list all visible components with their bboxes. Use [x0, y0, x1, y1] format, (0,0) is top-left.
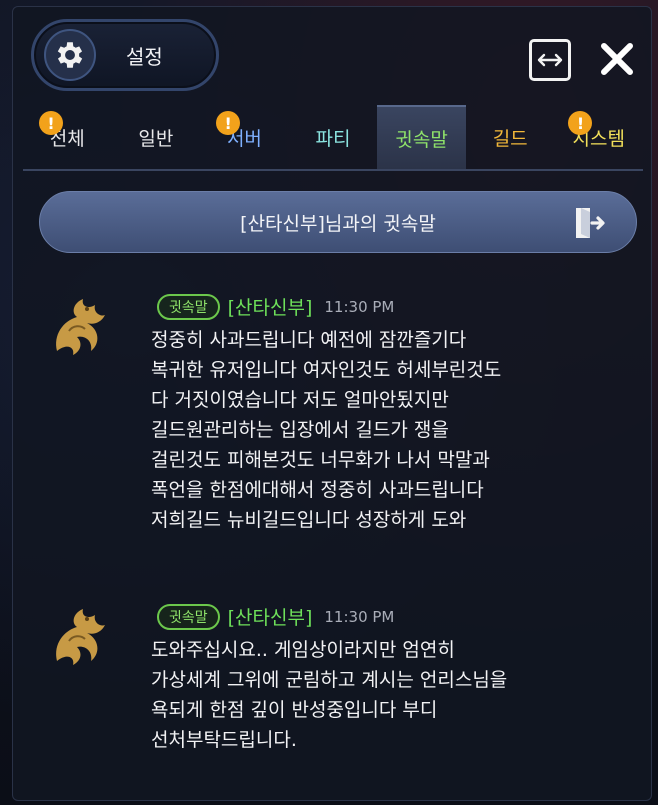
message-time: 11:30 PM [324, 297, 395, 316]
tab-server[interactable]: ! 서버 [200, 105, 289, 169]
tab-all[interactable]: ! 전체 [23, 105, 112, 169]
message-line: 도와주십시요.. 게임상이라지만 엄연히 [151, 639, 455, 661]
whisper-badge: 귓속말 [157, 603, 220, 630]
tab-label: 귓속말 [395, 128, 448, 151]
tab-divider [23, 169, 643, 171]
message-line: 길드원관리하는 입장에서 길드가 쟁을 [151, 419, 449, 441]
chat-tabs: ! 전체 일반 ! 서버 파티 귓속말 길드 ! 시스템 [23, 105, 643, 169]
tab-label: 파티 [315, 127, 351, 150]
chat-window: 설정 ! 전체 일반 ! 서버 파티 귓속말 길드 ! 시스템 [산타신부]님과… [12, 6, 652, 801]
message-line: 저희길드 뉴비길드입니다 성장하게 도와 [151, 509, 467, 531]
tab-label: 일반 [138, 127, 174, 150]
gear-icon [44, 29, 96, 81]
resize-button[interactable] [529, 39, 571, 81]
close-icon [601, 43, 633, 75]
alert-badge-icon: ! [39, 111, 63, 135]
message-line: 선처부탁드립니다. [151, 729, 297, 751]
message-line: 가상세계 그위에 군림하고 계시는 언리스님을 [151, 669, 508, 691]
message-meta: 귓속말 [산타신부] 11:30 PM [157, 603, 394, 630]
message-body: 정중히 사과드립니다 예전에 잠깐즐기다 복귀한 유저입니다 여자인것도 허세부… [151, 325, 641, 535]
tab-label: 길드 [492, 127, 528, 150]
message-body: 도와주십시요.. 게임상이라지만 엄연히 가상세계 그위에 군림하고 계시는 언… [151, 635, 641, 755]
tab-system[interactable]: ! 시스템 [554, 105, 643, 169]
message-line: 다 거짓이였습니다 저도 얼마안됬지만 [151, 389, 449, 411]
message-line: 욕되게 한점 깊이 반성중입니다 부디 [151, 699, 438, 721]
exit-chat-button[interactable] [572, 206, 608, 240]
tab-general[interactable]: 일반 [112, 105, 201, 169]
tab-guild[interactable]: 길드 [466, 105, 555, 169]
message-line: 복귀한 유저입니다 여자인것도 허세부린것도 [151, 359, 502, 381]
whisper-header: [산타신부]님과의 귓속말 [39, 191, 637, 253]
message-line: 걸린것도 피해본것도 너무화가 나서 막말과 [151, 449, 490, 471]
settings-button[interactable]: 설정 [31, 19, 219, 91]
sender-name[interactable]: [산타신부] [228, 603, 313, 630]
message-meta: 귓속말 [산타신부] 11:30 PM [157, 293, 394, 320]
resize-icon [537, 53, 563, 67]
dragon-emblem-icon [43, 291, 115, 363]
exit-chat-icon [576, 208, 605, 238]
tab-party[interactable]: 파티 [289, 105, 378, 169]
message-line: 폭언을 한점에대해서 정중히 사과드립니다 [151, 479, 484, 501]
alert-badge-icon: ! [216, 111, 241, 135]
settings-label: 설정 [126, 44, 163, 69]
tab-whisper[interactable]: 귓속말 [377, 105, 466, 169]
whisper-title: [산타신부]님과의 귓속말 [240, 212, 436, 235]
message-time: 11:30 PM [324, 607, 395, 626]
close-button[interactable] [595, 37, 639, 81]
whisper-badge: 귓속말 [157, 293, 220, 320]
sender-name[interactable]: [산타신부] [228, 293, 313, 320]
message-line: 정중히 사과드립니다 예전에 잠깐즐기다 [151, 329, 467, 351]
dragon-emblem-icon [43, 601, 115, 673]
